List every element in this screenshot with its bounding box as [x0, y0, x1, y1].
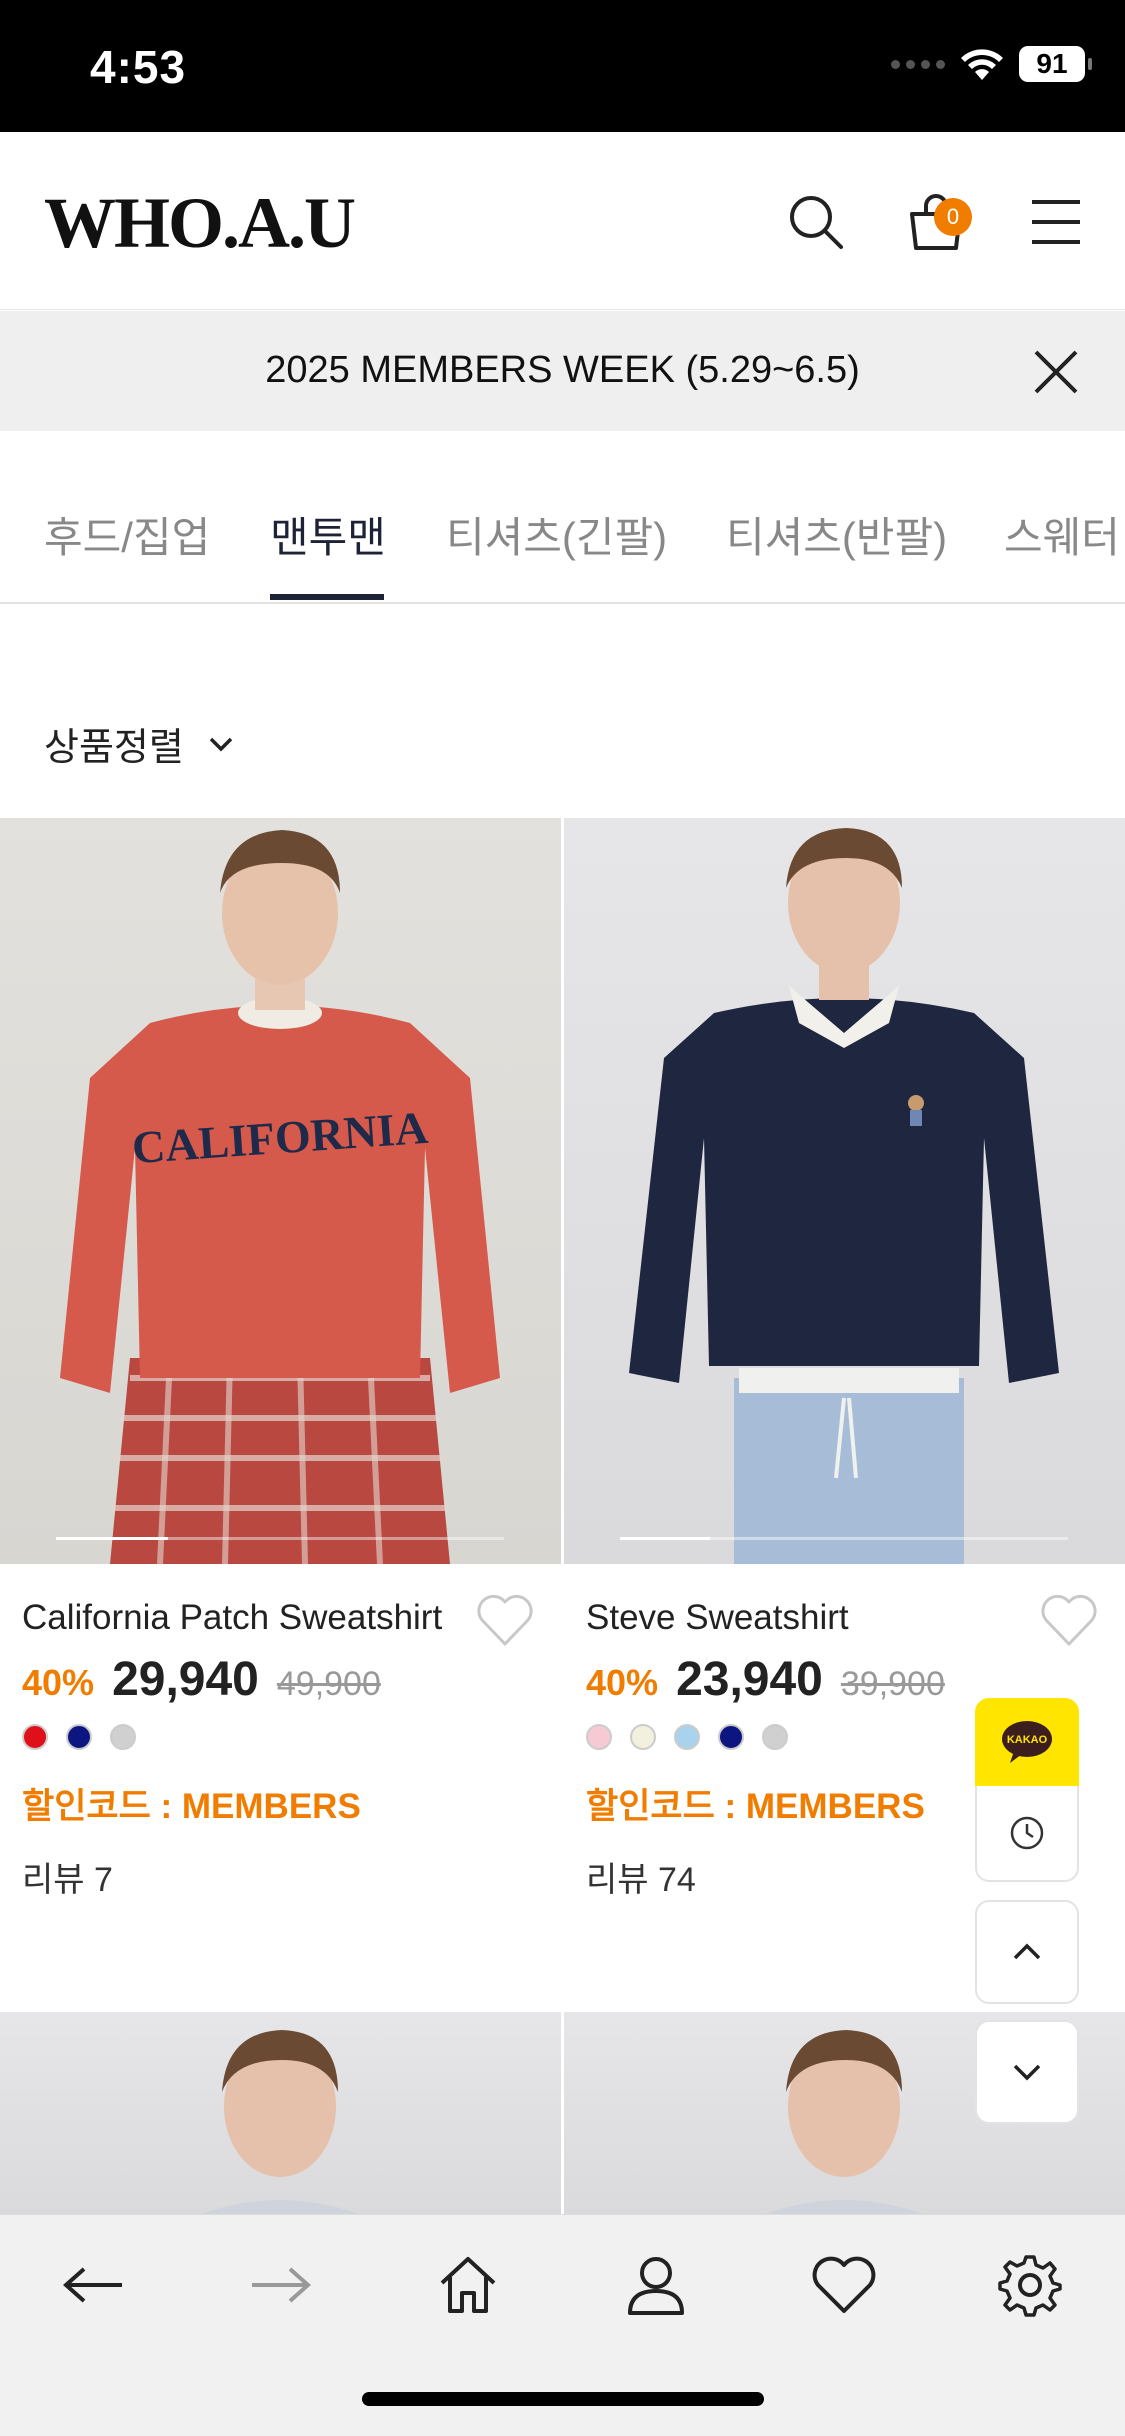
heart-icon[interactable] — [474, 1592, 536, 1648]
scroll-top-button[interactable] — [975, 1900, 1079, 2004]
model-photo — [629, 828, 1059, 1564]
original-price: 49,900 — [276, 1665, 381, 1703]
review-count[interactable]: 리뷰 74 — [586, 1852, 696, 1901]
status-time: 4:53 — [90, 41, 187, 93]
color-swatches — [22, 1724, 136, 1750]
coupon-code: 할인코드 : MEMBERS — [586, 1787, 925, 1826]
heart-icon[interactable] — [1038, 1592, 1100, 1648]
coupon-code: 할인코드 : MEMBERS — [22, 1787, 361, 1826]
close-icon[interactable] — [1030, 346, 1082, 398]
kakao-chat-button[interactable]: KAKAO — [975, 1698, 1079, 1786]
recent-viewed-button[interactable] — [975, 1786, 1079, 1882]
product-name[interactable]: California Patch Sweatshirt — [22, 1598, 442, 1638]
heart-icon — [812, 2256, 876, 2313]
discount-rate: 40% — [586, 1662, 659, 1703]
cart-count-badge: 0 — [934, 198, 972, 236]
tab-sweatshirt[interactable]: 맨투맨 — [270, 504, 386, 565]
product-image[interactable] — [0, 2012, 561, 2218]
site-header: WHO.A.U 0 — [0, 132, 1125, 310]
wishlist-button[interactable] — [804, 2245, 884, 2325]
account-button[interactable] — [616, 2245, 696, 2325]
back-button[interactable] — [54, 2245, 134, 2325]
svg-text:KAKAO: KAKAO — [1007, 1734, 1048, 1746]
product-image-steve[interactable] — [564, 818, 1125, 1564]
promo-banner[interactable]: 2025 MEMBERS WEEK (5.29~6.5) — [0, 311, 1125, 431]
product-image-california[interactable]: CALIFORNIA — [0, 818, 561, 1564]
model-photo: CALIFORNIA — [60, 830, 500, 1564]
review-count[interactable]: 리뷰 7 — [22, 1852, 113, 1901]
home-icon — [440, 2257, 496, 2313]
forward-button[interactable] — [240, 2245, 320, 2325]
sale-price: 29,940 — [112, 1653, 259, 1706]
image-carousel-progress — [56, 1537, 504, 1540]
tab-shortsleeve-tshirt[interactable]: 티셔츠(반팔) — [726, 504, 947, 565]
color-swatch[interactable] — [110, 1724, 136, 1750]
tab-hoodie-zipup[interactable]: 후드/집업 — [44, 504, 210, 565]
price-row: 40% 23,940 39,900 — [586, 1652, 945, 1707]
scroll-bottom-button[interactable] — [975, 2020, 1079, 2124]
search-icon[interactable] — [786, 192, 846, 252]
status-bar: 4:53 91 — [0, 0, 1125, 132]
tab-longsleeve-tshirt[interactable]: 티셔츠(긴팔) — [446, 504, 667, 565]
wifi-icon — [961, 49, 1003, 80]
sort-label: 상품정렬 — [44, 727, 184, 769]
settings-button[interactable] — [990, 2245, 1070, 2325]
image-carousel-progress — [620, 1537, 1068, 1540]
menu-icon[interactable] — [1026, 192, 1086, 252]
home-indicator — [362, 2392, 764, 2406]
color-swatch[interactable] — [22, 1724, 48, 1750]
active-tab-indicator — [270, 594, 384, 600]
color-swatch[interactable] — [66, 1724, 92, 1750]
model-photo — [190, 2030, 370, 2218]
gear-icon — [998, 2255, 1062, 2317]
discount-rate: 40% — [22, 1662, 95, 1703]
kakao-talk-icon: KAKAO — [1002, 1721, 1052, 1763]
status-indicators: 91 — [891, 46, 1092, 82]
original-price: 39,900 — [840, 1665, 945, 1703]
chevron-up-icon — [1013, 1943, 1041, 1960]
arrow-left-icon — [62, 2267, 122, 2303]
category-tabs: 후드/집업 맨투맨 티셔츠(긴팔) 티셔츠(반팔) 스웨터 — [0, 432, 1125, 604]
color-swatch[interactable] — [586, 1724, 612, 1750]
color-swatches — [586, 1724, 788, 1750]
clock-icon — [1010, 1816, 1044, 1850]
cellular-signal-icon — [891, 59, 945, 69]
chevron-down-icon — [1013, 2064, 1041, 2081]
tab-sweater[interactable]: 스웨터 — [1004, 504, 1120, 565]
color-swatch[interactable] — [762, 1724, 788, 1750]
color-swatch[interactable] — [718, 1724, 744, 1750]
price-row: 40% 29,940 49,900 — [22, 1652, 381, 1707]
arrow-right-icon — [252, 2267, 312, 2303]
brand-logo[interactable]: WHO.A.U — [44, 182, 356, 265]
sort-dropdown[interactable]: 상품정렬 — [44, 716, 236, 771]
home-button[interactable] — [428, 2245, 508, 2325]
battery-indicator: 91 — [1019, 46, 1092, 82]
product-name[interactable]: Steve Sweatshirt — [586, 1598, 849, 1638]
color-swatch[interactable] — [630, 1724, 656, 1750]
promo-banner-text: 2025 MEMBERS WEEK (5.29~6.5) — [265, 349, 860, 391]
chevron-down-icon — [209, 737, 233, 751]
color-swatch[interactable] — [674, 1724, 700, 1750]
sale-price: 23,940 — [676, 1653, 823, 1706]
user-icon — [628, 2257, 684, 2315]
